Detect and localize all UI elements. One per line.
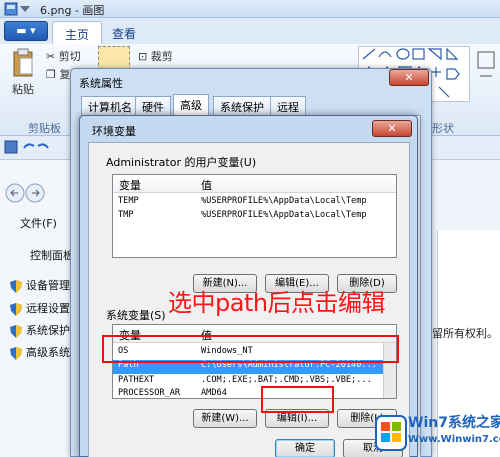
app-menu-button[interactable]: ▬ ▾ [4, 21, 48, 41]
close-icon: ✕ [404, 71, 414, 84]
cut-button[interactable]: ✂ 剪切 [46, 48, 81, 64]
side-item-label: 系统保护 [26, 324, 70, 337]
system-new-button[interactable]: 新建(W)... [193, 409, 257, 428]
tab-view[interactable]: 查看 [100, 21, 148, 44]
tab-home[interactable]: 主页 [52, 21, 103, 44]
user-list-header: 变量 值 [113, 175, 396, 193]
side-item-remote-settings[interactable]: 远程设置 [10, 300, 70, 316]
tab-hardware[interactable]: 硬件 [135, 96, 171, 115]
paint-titlebar: 6.png - 画图 [0, 0, 500, 18]
cut-label: 剪切 [58, 50, 81, 63]
ribbon-tabs: ▬ ▾ 主页 查看 [0, 18, 500, 44]
ok-button[interactable]: 确定 [275, 439, 335, 457]
system-variables-label: 系统变量(S) [106, 309, 166, 322]
side-item-label: 高级系统 [26, 346, 70, 359]
file-menu[interactable]: 文件(F) [20, 215, 57, 231]
save-undo-redo-icons[interactable] [4, 140, 54, 156]
scissors-icon: ✂ [46, 50, 59, 63]
back-forward-icon[interactable] [4, 182, 64, 204]
variable-value: .COM;.EXE;.BAT;.CMD;.VBS;.VBE;... [201, 375, 372, 385]
variable-value: AMD64 [201, 388, 227, 398]
copyright-text: 留所有权利。 [432, 327, 498, 340]
clipboard-group-label: 剪贴板 [28, 122, 61, 135]
window-title: 6.png - 画图 [40, 4, 105, 17]
win7-logo-icon [375, 415, 407, 451]
side-item-label: 远程设置 [26, 302, 70, 315]
side-item-label: 设备管理 [26, 279, 70, 292]
tab-computer-name[interactable]: 计算机名 [81, 96, 139, 115]
system-properties-title: 系统属性 [79, 77, 123, 90]
crop-button[interactable]: ⊡ 裁剪 [138, 48, 173, 64]
variable-name: PATHEXT [118, 375, 155, 385]
paste-label[interactable]: 粘贴 [12, 81, 34, 97]
close-button[interactable]: ✕ [372, 120, 412, 137]
shapes-group-label: 形状 [432, 122, 454, 135]
user-variables-list[interactable]: 变量 值 TEMP %USERPROFILE%\AppData\Local\Te… [112, 174, 397, 258]
crop-label: 裁剪 [150, 50, 173, 63]
env-dialog-title: 环境变量 [92, 125, 136, 138]
list-item[interactable]: TEMP %USERPROFILE%\AppData\Local\Temp [113, 196, 396, 209]
list-item[interactable]: PATHEXT .COM;.EXE;.BAT;.CMD;.VBS;.VBE;..… [113, 375, 396, 388]
watermark-brand: Win7系统之家 [408, 415, 500, 431]
variable-value: %USERPROFILE%\AppData\Local\Temp [201, 196, 367, 206]
watermark-url: Www.Winwin7.com [408, 434, 500, 445]
paste-icon[interactable] [12, 48, 34, 78]
control-panel-link[interactable]: 控制面板 [30, 247, 74, 263]
close-icon: ✕ [387, 122, 397, 135]
close-button[interactable]: ✕ [389, 69, 429, 86]
explorer-left-panel: 文件(F) 控制面板 设备管理 远程设置 系统保护 高级系统 [0, 160, 75, 457]
variable-name: TMP [118, 210, 134, 220]
list-item[interactable]: TMP %USERPROFILE%\AppData\Local\Temp [113, 210, 396, 223]
tab-system-protection[interactable]: 系统保护 [213, 96, 271, 115]
quick-access-toolbar[interactable] [4, 2, 32, 16]
copy-icon: ❐ [46, 68, 60, 81]
shield-icon [10, 324, 22, 338]
side-item-device-manager[interactable]: 设备管理 [10, 277, 70, 293]
outline-icon[interactable] [476, 50, 496, 86]
variable-value: %USERPROFILE%\AppData\Local\Temp [201, 210, 367, 220]
paint-app-icon [4, 2, 30, 16]
column-value[interactable]: 值 [201, 177, 212, 193]
shield-icon [10, 302, 22, 316]
side-item-system-protection[interactable]: 系统保护 [10, 322, 70, 338]
crop-icon: ⊡ [138, 50, 151, 63]
shield-icon [10, 346, 22, 360]
variable-name: PROCESSOR_AR [118, 388, 181, 398]
user-variables-label: Administrator 的用户变量(U) [106, 156, 257, 169]
tab-advanced[interactable]: 高级 [173, 94, 209, 116]
path-highlight-box [102, 335, 399, 363]
tab-remote[interactable]: 远程 [270, 96, 306, 115]
edit-button-highlight-box [261, 386, 334, 413]
shield-icon [10, 279, 22, 293]
column-variable[interactable]: 变量 [119, 177, 141, 193]
list-item[interactable]: PROCESSOR_AR AMD64 [113, 388, 396, 398]
site-watermark: Win7系统之家 Www.Winwin7.com [372, 408, 500, 457]
variable-name: TEMP [118, 196, 139, 206]
instruction-annotation: 选中path后点击编辑 [168, 289, 386, 317]
side-item-advanced-system[interactable]: 高级系统 [10, 344, 70, 360]
